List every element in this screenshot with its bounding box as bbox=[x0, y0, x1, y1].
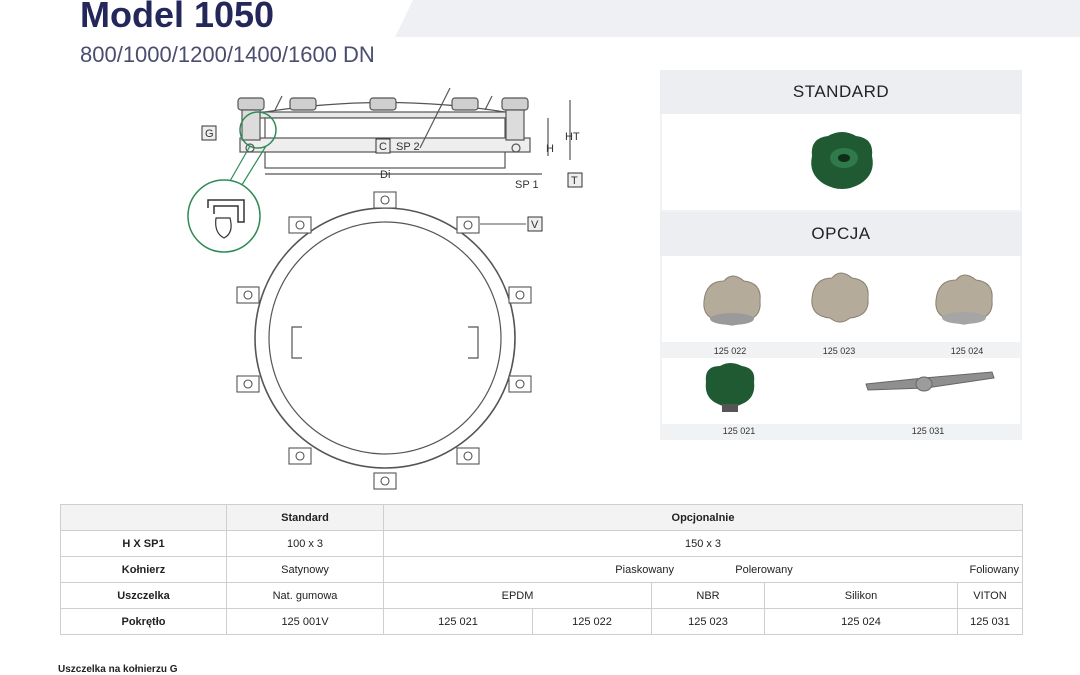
table-cell: 125 022 bbox=[532, 608, 652, 635]
table-row: Kołnierz Satynowy Piaskowany Polerowany Fo… bbox=[60, 556, 1023, 583]
row-label: Uszczelka bbox=[60, 582, 227, 609]
row-label: H X SP1 bbox=[60, 530, 227, 557]
table-header-cell: Opcjonalnie bbox=[383, 504, 1023, 531]
table-cell: 125 024 bbox=[764, 608, 958, 635]
metal-star-knob-icon bbox=[703, 275, 761, 326]
table-row: Pokrętło 125 001V 125 021 125 022 125 02… bbox=[60, 608, 1024, 635]
option-value: Polerowany bbox=[735, 563, 793, 576]
table-cell: Nat. gumowa bbox=[226, 582, 384, 609]
table-cell: VITON bbox=[956, 582, 1024, 609]
table-row: H X SP1 100 x 3 150 x 3 bbox=[60, 530, 1023, 557]
table-cell: 125 031 bbox=[956, 608, 1024, 635]
label-g: G bbox=[205, 128, 214, 140]
table-cell: Satynowy bbox=[226, 556, 384, 583]
page-title: Model 1050 bbox=[80, 0, 275, 35]
green-knob-icon bbox=[705, 363, 755, 412]
knob-code: 125 031 bbox=[911, 426, 945, 436]
option-heading: OPCJA bbox=[660, 212, 1022, 256]
label-v: V bbox=[531, 219, 539, 231]
knob-code: 125 024 bbox=[950, 346, 984, 356]
table-cell: NBR bbox=[651, 582, 765, 609]
row-label: Kołnierz bbox=[60, 556, 227, 583]
label-sp2: SP 2 bbox=[396, 141, 420, 153]
label-t: T bbox=[571, 175, 578, 187]
label-sp1: SP 1 bbox=[515, 179, 539, 191]
option-knobs-row-1 bbox=[662, 256, 1020, 342]
table-cell: EPDM bbox=[383, 582, 652, 609]
metal-star-knob-icon bbox=[935, 274, 993, 325]
standard-knob-box bbox=[662, 114, 1020, 210]
table-header-row: Standard Opcjonalnie bbox=[60, 504, 1023, 531]
green-knob-icon bbox=[811, 132, 873, 189]
option-value: Piaskowany bbox=[615, 563, 674, 576]
knob-code: 125 023 bbox=[822, 346, 856, 356]
table-cell: 150 x 3 bbox=[383, 530, 1023, 557]
spec-table: Standard Opcjonalnie H X SP1 100 x 3 150… bbox=[60, 504, 1024, 635]
knob-code: 125 022 bbox=[713, 346, 747, 356]
option-value: Foliowany bbox=[969, 563, 1019, 576]
label-c: C bbox=[379, 141, 387, 153]
label-di: Di bbox=[380, 169, 390, 181]
wing-handle-icon bbox=[865, 371, 995, 392]
label-h: H bbox=[546, 143, 554, 155]
option-knobs-row-2 bbox=[662, 358, 1020, 424]
knob-code: 125 021 bbox=[722, 426, 756, 436]
label-ht: HT bbox=[565, 131, 580, 143]
table-cell: 125 001V bbox=[226, 608, 384, 635]
table-cell: Piaskowany Polerowany Foliowany bbox=[383, 556, 1023, 583]
page-subtitle: 800/1000/1200/1400/1600 DN bbox=[80, 42, 375, 67]
table-cell: 125 021 bbox=[383, 608, 533, 635]
metal-star-knob-icon bbox=[811, 272, 869, 323]
footnote: Uszczelka na kołnierzu G bbox=[58, 664, 178, 675]
table-cell: 100 x 3 bbox=[226, 530, 384, 557]
technical-drawing: G C SP 2 Di SP 1 T H HT V bbox=[187, 88, 583, 490]
table-header-cell: Standard bbox=[226, 504, 384, 531]
row-label: Pokrętło bbox=[60, 608, 227, 635]
table-row: Uszczelka Nat. gumowa EPDM NBR Silikon V… bbox=[60, 582, 1024, 609]
knob-options-panel: STANDARD OPCJA 125 022 125 023 125 024 1… bbox=[660, 70, 1022, 440]
table-cell: 125 023 bbox=[651, 608, 765, 635]
title-band bbox=[395, 0, 1080, 37]
table-cell: Silikon bbox=[764, 582, 958, 609]
table-header-cell bbox=[60, 504, 227, 531]
standard-heading: STANDARD bbox=[660, 70, 1022, 114]
